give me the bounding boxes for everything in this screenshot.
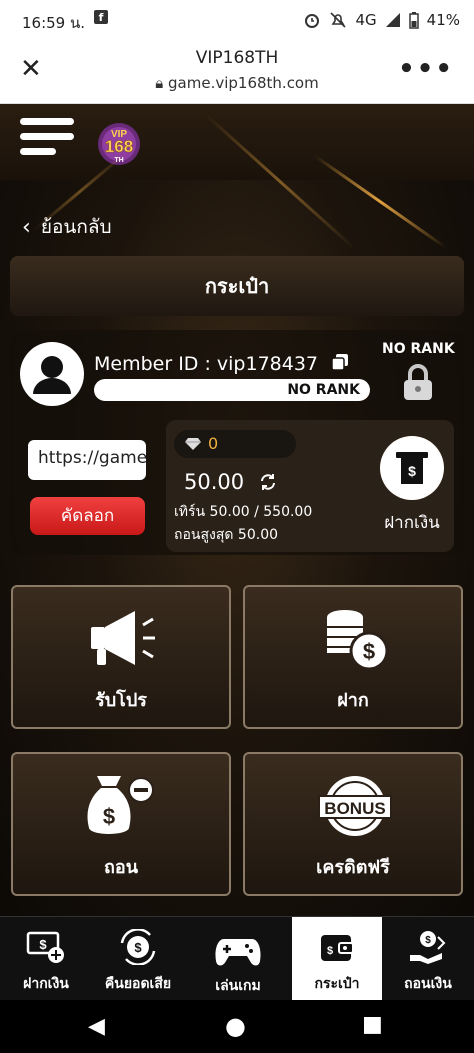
gamepad-icon [215, 939, 261, 966]
status-time: 16:59 น. [22, 14, 86, 32]
logo-number: 168 [105, 137, 133, 156]
turnover-text: เทิร์น 50.00 / 550.00 [174, 504, 313, 520]
nav-deposit-label: ฝากเงิน [23, 976, 69, 992]
more-options-icon[interactable]: ••• [398, 54, 454, 84]
svg-text:$: $ [408, 463, 416, 479]
url-text: game.vip168th.com [168, 74, 319, 92]
member-id: Member ID : vip178437 [94, 353, 319, 375]
nav-withdraw[interactable]: $ ถอนเงิน [382, 917, 474, 1001]
nav-refund[interactable]: $ คืนยอดเสีย [92, 917, 184, 1001]
nav-play-game[interactable]: เล่นเกม [184, 917, 292, 1001]
wallet-title: กระเป๋า [10, 256, 464, 316]
deposit-shortcut-button[interactable]: $ [380, 436, 444, 500]
refund-icon: $ [120, 929, 156, 965]
chevron-left-icon: ‹ [22, 214, 31, 240]
nav-withdraw-label: ถอนเงิน [404, 976, 452, 992]
copy-icon[interactable] [330, 352, 350, 372]
system-navigation-bar: ◀ ● ■ [0, 1000, 474, 1053]
svg-text:$: $ [39, 937, 47, 952]
svg-text:$: $ [103, 804, 115, 829]
tile-withdraw-label: ถอน [103, 857, 138, 878]
system-home-icon[interactable]: ● [225, 1012, 246, 1040]
tile-withdraw[interactable]: $ ถอน [11, 752, 231, 896]
svg-text:$: $ [134, 940, 142, 955]
diamond-count: 0 [208, 434, 219, 453]
balance-amount-row: 50.00 [184, 470, 277, 494]
balance-amount: 50.00 [184, 470, 245, 494]
browser-toolbar: ✕ VIP168TH 🔒︎ game.vip168th.com ••• [0, 40, 474, 104]
rank-progress-bar: NO RANK [94, 379, 370, 401]
refresh-icon[interactable] [259, 473, 277, 491]
lock-icon: 🔒︎ [155, 74, 164, 92]
max-withdraw-text: ถอนสูงสุด 50.00 [174, 527, 279, 543]
atm-icon: $ [396, 452, 428, 484]
lock-icon [398, 362, 438, 402]
back-label: ย้อนกลับ [40, 216, 112, 238]
svg-text:$: $ [363, 639, 375, 664]
network-type: 4G [355, 11, 377, 29]
signal-icon [385, 13, 400, 27]
bonus-icon: BONUS [318, 776, 392, 836]
coins-icon: $ [327, 610, 389, 671]
diamond-icon [185, 438, 201, 450]
wallet-icon: $ [321, 935, 354, 961]
diamond-points: 0 [174, 430, 296, 458]
nav-wallet[interactable]: $ กระเป๋า [292, 917, 382, 1001]
system-back-icon[interactable]: ◀ [88, 1014, 105, 1039]
mute-icon [330, 12, 347, 28]
copy-button[interactable]: คัดลอก [30, 497, 145, 535]
brand-logo[interactable]: VIP 168 TH [88, 120, 150, 168]
svg-text:$: $ [327, 945, 333, 957]
nav-wallet-label: กระเป๋า [314, 976, 360, 992]
status-indicators: 4G 41% [303, 11, 460, 29]
nav-deposit[interactable]: $ ฝากเงิน [0, 917, 92, 1001]
tile-promotion-label: รับโปร [95, 690, 147, 711]
money-bag-icon: $ [87, 776, 154, 834]
back-link[interactable]: ‹ ย้อนกลับ [22, 212, 112, 242]
deposit-icon: $ [26, 931, 64, 963]
rank-label: NO RANK [382, 341, 455, 357]
megaphone-icon [91, 611, 155, 665]
nav-play-game-label: เล่นเกม [215, 978, 261, 994]
svg-text:$: $ [425, 935, 431, 946]
tile-free-credit[interactable]: BONUS เครดิตฟรี [243, 752, 463, 896]
member-id-row: Member ID : vip178437 [94, 352, 350, 375]
system-recent-icon[interactable]: ■ [362, 1012, 383, 1037]
battery-percent: 41% [426, 11, 460, 29]
bonus-badge-text: BONUS [324, 799, 385, 818]
menu-icon[interactable] [20, 118, 74, 163]
battery-icon [408, 11, 419, 29]
alarm-icon [305, 14, 320, 28]
bottom-navigation: $ ฝากเงิน $ คืนยอดเสีย เล่นเกม $ กระเป๋า [0, 916, 474, 1001]
tile-free-credit-label: เครดิตฟรี [316, 857, 390, 878]
nav-refund-label: คืนยอดเสีย [104, 976, 172, 992]
status-bar: 16:59 น. f 4G 41% [0, 0, 474, 40]
referral-link-field[interactable]: https://game [28, 440, 146, 480]
avatar [20, 342, 84, 406]
facebook-notification-icon: f [94, 10, 108, 24]
tile-deposit-label: ฝาก [337, 690, 369, 711]
tile-deposit[interactable]: $ ฝาก [243, 585, 463, 729]
deposit-shortcut-label: ฝากเงิน [384, 513, 440, 533]
user-icon [33, 356, 71, 394]
tile-promotion[interactable]: รับโปร [11, 585, 231, 729]
withdraw-icon: $ [410, 931, 446, 964]
